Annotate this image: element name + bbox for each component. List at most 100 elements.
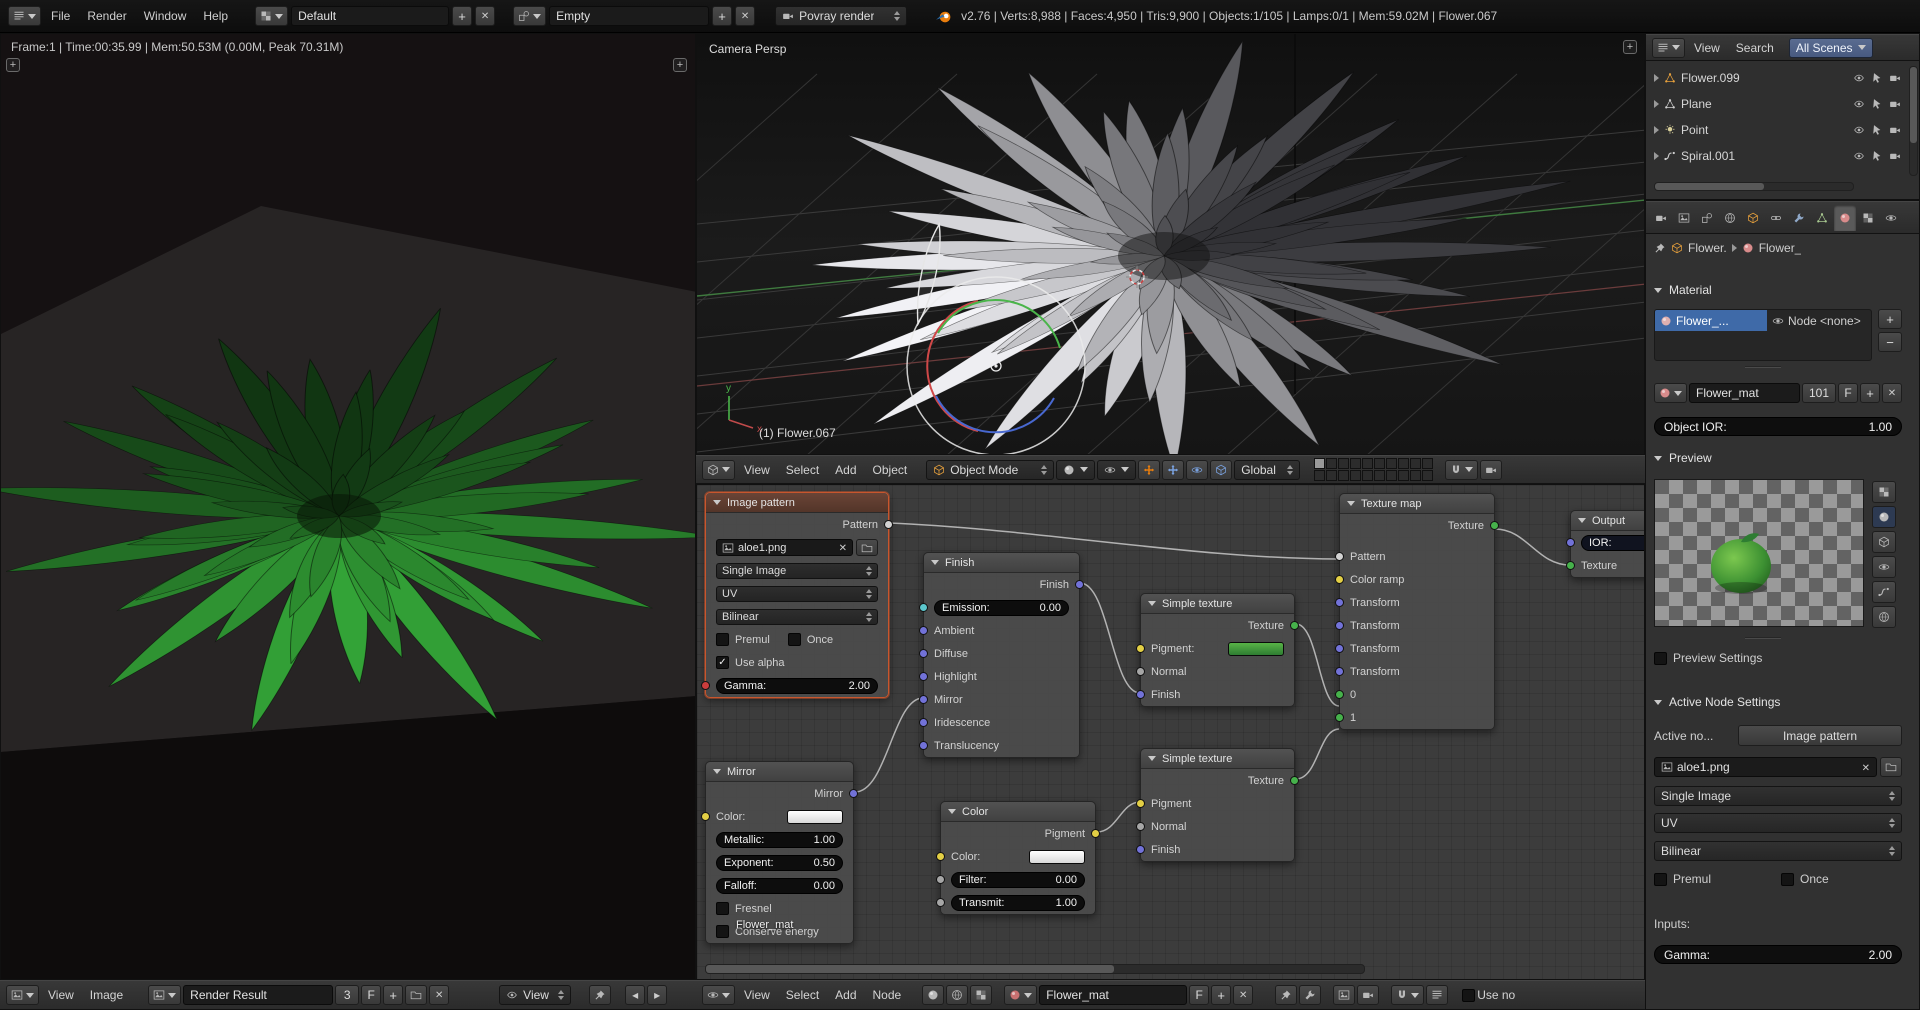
transmit-input-socket[interactable] bbox=[936, 898, 945, 907]
pigment-input-socket[interactable] bbox=[1136, 799, 1145, 808]
view3d-select-menu[interactable]: Select bbox=[779, 460, 826, 480]
view3d-view-menu[interactable]: View bbox=[737, 460, 777, 480]
properties-area[interactable]: Flower. Flower_ Material Flower_... Node… bbox=[1645, 200, 1920, 1010]
preview-flat-button[interactable] bbox=[1872, 481, 1896, 503]
node-editor-area[interactable]: Image pattern Pattern aloe1.png Single I… bbox=[696, 484, 1645, 980]
preview-sphere-button[interactable] bbox=[1872, 506, 1896, 528]
premul-checkbox[interactable] bbox=[1654, 873, 1667, 886]
normal-input-socket[interactable] bbox=[1136, 667, 1145, 676]
list-resize-grip[interactable] bbox=[1745, 366, 1781, 368]
preview-monkey-button[interactable] bbox=[1872, 556, 1896, 578]
renderability-camera-icon[interactable] bbox=[1889, 98, 1901, 110]
unlink-image-button[interactable] bbox=[429, 985, 449, 1005]
node-select-menu[interactable]: Select bbox=[779, 985, 826, 1005]
mode-select[interactable]: Object Mode bbox=[926, 460, 1054, 480]
material-unlink-button[interactable] bbox=[1882, 383, 1902, 403]
gamma-slider[interactable]: Gamma:2.00 bbox=[716, 678, 878, 694]
fake-user-button[interactable]: F bbox=[361, 985, 381, 1005]
image-browse-button[interactable] bbox=[148, 985, 181, 1005]
node-header[interactable]: Output bbox=[1571, 511, 1645, 531]
view3d-add-menu[interactable]: Add bbox=[828, 460, 863, 480]
node-texture-map[interactable]: Texture map Texture Pattern Color ramp T… bbox=[1339, 493, 1495, 730]
render-opengl-button[interactable] bbox=[1480, 460, 1502, 480]
outliner-view-menu[interactable]: View bbox=[1687, 38, 1727, 58]
material-slot-row-selected[interactable]: Flower_... bbox=[1655, 310, 1767, 331]
tab-scene[interactable] bbox=[1696, 205, 1718, 231]
filter-input-socket[interactable] bbox=[936, 875, 945, 884]
screen-layout-add-button[interactable] bbox=[452, 6, 472, 26]
node-finish[interactable]: Finish Finish Emission:0.00 Ambient Diff… bbox=[923, 552, 1080, 758]
editor-type-outliner-button[interactable] bbox=[1652, 38, 1685, 58]
expand-arrow-icon[interactable] bbox=[1654, 126, 1659, 134]
editor-type-image-button[interactable] bbox=[6, 985, 39, 1005]
region-expand-plus-icon[interactable] bbox=[673, 58, 687, 72]
once-checkbox[interactable] bbox=[1781, 873, 1794, 886]
auto-render-button[interactable] bbox=[1357, 985, 1379, 1005]
metallic-slider[interactable]: Metallic:1.00 bbox=[716, 832, 843, 848]
material-name-field[interactable]: Flower_mat bbox=[1689, 383, 1800, 403]
outliner-item-plane[interactable]: Plane bbox=[1646, 91, 1919, 117]
pin-icon[interactable] bbox=[1654, 242, 1666, 254]
scene-browse-button[interactable] bbox=[513, 6, 546, 26]
menu-window[interactable]: Window bbox=[137, 6, 194, 26]
selectability-cursor-icon[interactable] bbox=[1871, 98, 1883, 110]
preview-resize-grip[interactable] bbox=[1745, 637, 1781, 639]
pigment-output-socket[interactable] bbox=[1091, 829, 1100, 838]
pin-node-tree-button[interactable] bbox=[1275, 985, 1297, 1005]
layers-widget[interactable] bbox=[1314, 458, 1433, 481]
outliner-vscrollbar[interactable] bbox=[1909, 66, 1918, 176]
gamma-slider[interactable]: Gamma:2.00 bbox=[1654, 945, 1902, 964]
color-input-socket[interactable] bbox=[936, 852, 945, 861]
expand-arrow-icon[interactable] bbox=[1654, 74, 1659, 82]
menu-help[interactable]: Help bbox=[196, 6, 235, 26]
mirror-input-socket[interactable] bbox=[919, 695, 928, 704]
interpolation-select[interactable]: Bilinear bbox=[1654, 841, 1902, 861]
renderability-camera-icon[interactable] bbox=[1889, 72, 1901, 84]
pigment-color-swatch[interactable] bbox=[1228, 642, 1284, 656]
preview-hair-button[interactable] bbox=[1872, 581, 1896, 603]
mirror-color-swatch[interactable] bbox=[787, 810, 843, 824]
tab-object[interactable] bbox=[1742, 205, 1764, 231]
pigment-input-socket[interactable] bbox=[1136, 644, 1145, 653]
color-swatch[interactable] bbox=[1029, 850, 1085, 864]
display-mode-select[interactable]: View bbox=[499, 985, 571, 1005]
source-select[interactable]: Single Image bbox=[1654, 786, 1902, 806]
conserve-energy-checkbox[interactable] bbox=[716, 925, 729, 938]
image-datablock[interactable]: aloe1.png bbox=[716, 539, 853, 556]
fresnel-checkbox[interactable] bbox=[716, 902, 729, 915]
node-simple-texture-2[interactable]: Simple texture Texture Pigment Normal Fi… bbox=[1140, 748, 1295, 862]
finish-input-socket[interactable] bbox=[1136, 690, 1145, 699]
object-ior-slider[interactable]: Object IOR:1.00 bbox=[1654, 417, 1902, 436]
tab-world[interactable] bbox=[1719, 205, 1741, 231]
iridescence-input-socket[interactable] bbox=[919, 718, 928, 727]
texture-output-socket[interactable] bbox=[1290, 776, 1299, 785]
tab-texture[interactable] bbox=[1857, 205, 1879, 231]
node-header[interactable]: Color bbox=[941, 802, 1095, 822]
pin-image-button[interactable] bbox=[589, 985, 611, 1005]
node-header[interactable]: Finish bbox=[924, 553, 1079, 573]
preview-settings-checkbox[interactable] bbox=[1654, 652, 1667, 665]
outliner-filter-select[interactable]: All Scenes bbox=[1789, 38, 1873, 58]
remove-material-slot-button[interactable] bbox=[1878, 332, 1902, 352]
tab-material[interactable] bbox=[1834, 205, 1856, 231]
pattern-input-socket[interactable] bbox=[1335, 552, 1344, 561]
breadcrumb-material[interactable]: Flower_ bbox=[1759, 241, 1802, 255]
material-browse-button[interactable] bbox=[1004, 985, 1037, 1005]
visibility-eye-icon[interactable] bbox=[1853, 72, 1865, 84]
backdrop-button[interactable] bbox=[1333, 985, 1355, 1005]
finish-input-socket[interactable] bbox=[1136, 845, 1145, 854]
tab-modifiers[interactable] bbox=[1788, 205, 1810, 231]
texture-1-input-socket[interactable] bbox=[1335, 713, 1344, 722]
visibility-eye-icon[interactable] bbox=[1853, 98, 1865, 110]
screen-layout-field[interactable]: Default bbox=[291, 6, 449, 26]
new-image-button[interactable] bbox=[383, 985, 403, 1005]
editor-type-3d-button[interactable] bbox=[702, 460, 735, 480]
expand-arrow-icon[interactable] bbox=[1654, 100, 1659, 108]
diffuse-input-socket[interactable] bbox=[919, 649, 928, 658]
renderability-camera-icon[interactable] bbox=[1889, 150, 1901, 162]
preview-cube-button[interactable] bbox=[1872, 531, 1896, 553]
unlink-material-button[interactable] bbox=[1233, 985, 1253, 1005]
transform-input-socket[interactable] bbox=[1335, 621, 1344, 630]
shader-type-object-button[interactable] bbox=[922, 985, 944, 1005]
normal-input-socket[interactable] bbox=[1136, 822, 1145, 831]
